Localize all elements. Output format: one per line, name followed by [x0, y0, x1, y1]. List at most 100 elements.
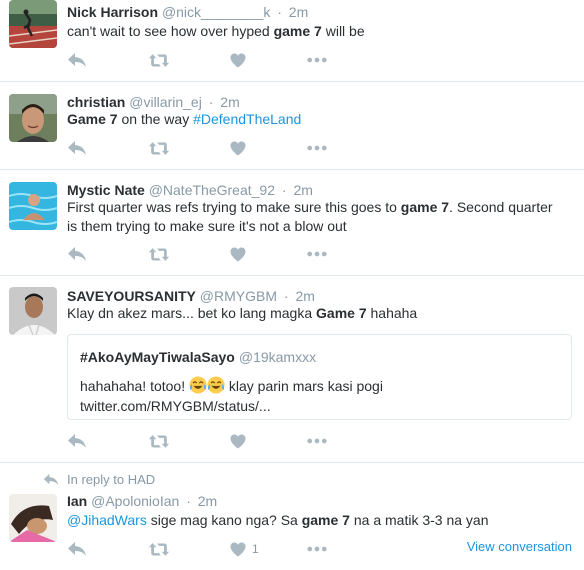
more-button[interactable]	[307, 138, 327, 158]
tweet-text-part: na a matik 3-3 na yan	[349, 512, 489, 528]
quoted-tweet-header: #AkoAyMayTiwalaSayo @19kamxxx	[80, 349, 316, 365]
user-handle[interactable]: @RMYGBM	[200, 288, 277, 304]
retweet-button[interactable]	[148, 244, 170, 264]
more-icon	[307, 251, 327, 257]
emoji-tears-of-joy-icon	[207, 376, 225, 394]
more-button[interactable]	[307, 539, 327, 559]
hashtag-link[interactable]: #DefendTheLand	[193, 111, 301, 127]
timestamp[interactable]: 2m	[220, 94, 239, 110]
tweet-text-part: . Second quarter	[449, 199, 553, 215]
tweet-text: Game 7 on the way #DefendTheLand	[67, 110, 572, 129]
like-icon	[230, 53, 246, 68]
tweet-text: @JihadWars sige mag kano nga? Sa game 7 …	[67, 511, 572, 530]
display-name[interactable]: Mystic Nate	[67, 182, 145, 198]
avatar[interactable]	[9, 287, 57, 335]
tweet-text-part: is them trying to make sure it's not a b…	[67, 218, 347, 234]
tweet-header: Mystic Nate @NateTheGreat_92 · 2m	[67, 181, 313, 199]
highlighted-term: Game 7	[316, 305, 367, 321]
avatar[interactable]	[9, 0, 57, 48]
tweet-text-part: Klay dn akez mars... bet ko lang magka	[67, 305, 317, 321]
like-button[interactable]	[230, 244, 246, 264]
reply-button[interactable]	[67, 50, 87, 70]
like-button[interactable]	[230, 431, 246, 451]
avatar[interactable]	[9, 182, 57, 230]
like-button[interactable]	[230, 138, 246, 158]
tweet-actions	[67, 431, 367, 451]
tweet-text-part: First quarter was refs trying to make su…	[67, 199, 401, 215]
reply-context-label[interactable]: In reply to HAD	[67, 472, 155, 487]
tweet-text-part: on the way	[117, 111, 194, 127]
user-handle[interactable]: @ApolonioIan	[91, 493, 179, 509]
tweet-text-part: can't wait to see how over hyped	[67, 23, 274, 39]
reply-button[interactable]	[67, 431, 87, 451]
user-handle[interactable]: @villarin_ej	[129, 94, 202, 110]
more-icon	[307, 546, 327, 552]
retweet-button[interactable]	[148, 539, 170, 559]
timestamp[interactable]: 2m	[293, 182, 312, 198]
separator-dot: ·	[281, 182, 287, 198]
reply-button[interactable]	[67, 539, 87, 559]
display-name[interactable]: Nick Harrison	[67, 4, 158, 20]
quoted-tweet[interactable]: #AkoAyMayTiwalaSayo @19kamxxx hahahaha! t…	[67, 334, 572, 420]
display-name[interactable]: Ian	[67, 493, 87, 509]
retweet-icon	[148, 247, 170, 262]
retweet-icon	[148, 434, 170, 449]
reply-icon	[67, 52, 87, 68]
timestamp[interactable]: 2m	[289, 4, 308, 20]
reply-icon	[67, 433, 87, 449]
more-icon	[307, 438, 327, 444]
reply-icon	[43, 473, 59, 486]
like-icon	[230, 542, 246, 557]
tweet-feed: Nick Harrison @nick________k · 2m can't …	[0, 0, 584, 570]
view-conversation-link[interactable]: View conversation	[467, 539, 572, 554]
tweet-header: SAVEYOURSANITY @RMYGBM · 2m	[67, 287, 315, 305]
like-count: 1	[252, 542, 259, 556]
retweet-button[interactable]	[148, 50, 170, 70]
more-button[interactable]	[307, 50, 327, 70]
tweet[interactable]: SAVEYOURSANITY @RMYGBM · 2m Klay dn akez…	[0, 276, 584, 463]
avatar[interactable]	[9, 494, 57, 542]
more-icon	[307, 145, 327, 151]
separator-dot: ·	[283, 288, 289, 304]
reply-context[interactable]: In reply to HAD	[43, 472, 155, 487]
retweet-button[interactable]	[148, 431, 170, 451]
reply-icon	[67, 541, 87, 557]
quoted-tweet-text: hahahaha! totoo! klay parin mars kasi po…	[80, 376, 383, 416]
retweet-button[interactable]	[148, 138, 170, 158]
timestamp[interactable]: 2m	[198, 493, 217, 509]
user-handle[interactable]: @nick________k	[162, 4, 270, 20]
tweet-header: Nick Harrison @nick________k · 2m	[67, 3, 308, 21]
tweet[interactable]: christian @villarin_ej · 2m Game 7 on th…	[0, 82, 584, 170]
more-button[interactable]	[307, 431, 327, 451]
reply-button[interactable]	[67, 138, 87, 158]
display-name[interactable]: christian	[67, 94, 125, 110]
tweet[interactable]: Mystic Nate @NateTheGreat_92 · 2m First …	[0, 170, 584, 276]
quoted-tweet-url[interactable]: twitter.com/RMYGBM/status/...	[80, 398, 271, 414]
timestamp[interactable]: 2m	[295, 288, 314, 304]
emoji-tears-of-joy-icon	[189, 376, 207, 394]
retweet-icon	[148, 53, 170, 68]
like-icon	[230, 247, 246, 262]
like-button[interactable]	[230, 50, 246, 70]
separator-dot: ·	[208, 94, 214, 110]
avatar[interactable]	[9, 94, 57, 142]
tweet-text-part: will be	[321, 23, 365, 39]
user-handle[interactable]: @NateTheGreat_92	[149, 182, 275, 198]
mention-link[interactable]: @JihadWars	[67, 512, 147, 528]
tweet[interactable]: Nick Harrison @nick________k · 2m can't …	[0, 0, 584, 82]
highlighted-term: game 7	[301, 512, 350, 528]
tweet-text: can't wait to see how over hyped game 7 …	[67, 22, 572, 41]
tweet[interactable]: Ian @ApolonioIan · 2m @JihadWars sige ma…	[0, 489, 584, 570]
retweet-icon	[148, 542, 170, 557]
tweet-actions	[67, 138, 367, 158]
quoted-display-name: #AkoAyMayTiwalaSayo	[80, 349, 235, 365]
reply-button[interactable]	[67, 244, 87, 264]
display-name[interactable]: SAVEYOURSANITY	[67, 288, 196, 304]
separator-dot: ·	[186, 493, 191, 509]
more-button[interactable]	[307, 244, 327, 264]
like-button[interactable]: 1	[230, 539, 259, 559]
reply-icon	[67, 246, 87, 262]
separator-dot: ·	[277, 4, 282, 20]
quoted-text-part: klay parin mars kasi pogi	[225, 378, 383, 394]
tweet-header: Ian @ApolonioIan · 2m	[67, 492, 217, 510]
